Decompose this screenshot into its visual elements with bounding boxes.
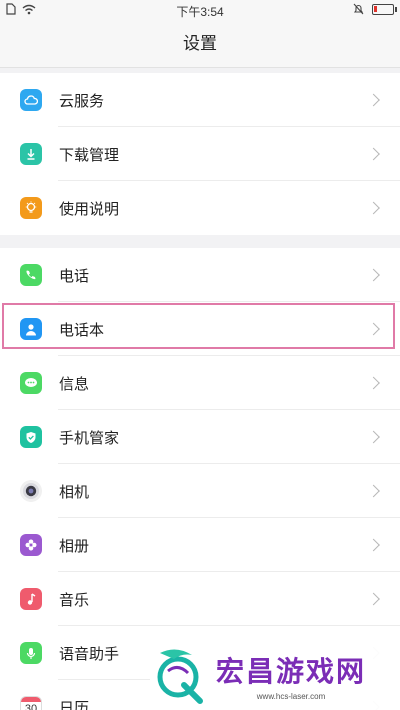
chevron-right-icon — [367, 430, 380, 444]
settings-group-1: 云服务 下载管理 使用说明 — [0, 73, 400, 235]
settings-item-instructions[interactable]: 使用说明 — [0, 181, 400, 235]
watermark-url: www.hcs-laser.com — [256, 691, 326, 701]
settings-item-label: 日历 — [59, 699, 90, 710]
settings-item-label: 下载管理 — [59, 146, 120, 164]
camera-icon — [20, 480, 42, 502]
settings-item-camera[interactable]: 相机 — [0, 464, 400, 518]
battery-icon — [372, 3, 397, 15]
settings-item-label: 电话本 — [59, 321, 105, 339]
settings-item-download[interactable]: 下载管理 — [0, 127, 400, 181]
settings-item-label: 使用说明 — [59, 200, 120, 218]
settings-item-label: 手机管家 — [59, 429, 120, 447]
chevron-right-icon — [367, 538, 380, 552]
shield-icon — [20, 426, 42, 448]
settings-item-contacts[interactable]: 电话本 — [0, 302, 400, 356]
settings-item-label: 相册 — [59, 537, 90, 555]
chevron-right-icon — [367, 376, 380, 390]
settings-item-phone-manager[interactable]: 手机管家 — [0, 410, 400, 464]
watermark-title: 宏昌游戏网 — [216, 654, 367, 688]
battery-fill — [374, 5, 377, 12]
settings-item-label: 云服务 — [59, 92, 105, 110]
chevron-right-icon — [367, 592, 380, 606]
settings-item-label: 相机 — [59, 483, 90, 501]
cloud-icon — [20, 89, 42, 111]
status-right — [353, 3, 397, 15]
settings-item-gallery[interactable]: 相册 — [0, 518, 400, 572]
lightbulb-icon — [20, 197, 42, 219]
settings-item-label: 音乐 — [59, 591, 90, 609]
settings-item-label: 语音助手 — [59, 645, 120, 663]
music-icon — [20, 588, 42, 610]
calendar-icon: 30 — [20, 696, 42, 710]
watermark-logo-icon — [157, 649, 203, 704]
status-bar: 下午3:54 — [0, 0, 400, 20]
mute-bell-icon — [353, 3, 364, 15]
chevron-right-icon — [367, 147, 380, 161]
chevron-right-icon — [367, 201, 380, 215]
flower-icon — [20, 534, 42, 556]
settings-item-phone[interactable]: 电话 — [0, 248, 400, 302]
settings-item-label: 电话 — [59, 267, 90, 285]
message-icon — [20, 372, 42, 394]
calendar-day: 30 — [24, 703, 38, 710]
status-time: 下午3:54 — [176, 5, 224, 19]
chevron-right-icon — [367, 322, 380, 336]
watermark-text: 宏昌游戏网 www.hcs-laser.com — [216, 650, 366, 701]
download-icon — [20, 143, 42, 165]
settings-item-cloud[interactable]: 云服务 — [0, 73, 400, 127]
settings-item-music[interactable]: 音乐 — [0, 572, 400, 626]
microphone-icon — [20, 642, 42, 664]
settings-item-label: 信息 — [59, 375, 90, 393]
phone-icon — [20, 264, 42, 286]
chevron-right-icon — [367, 93, 380, 107]
settings-item-messages[interactable]: 信息 — [0, 356, 400, 410]
contacts-icon — [20, 318, 42, 340]
watermark: 宏昌游戏网 www.hcs-laser.com — [150, 640, 400, 710]
chevron-right-icon — [367, 268, 380, 282]
chevron-right-icon — [367, 484, 380, 498]
page-title: 设置 — [0, 20, 400, 68]
